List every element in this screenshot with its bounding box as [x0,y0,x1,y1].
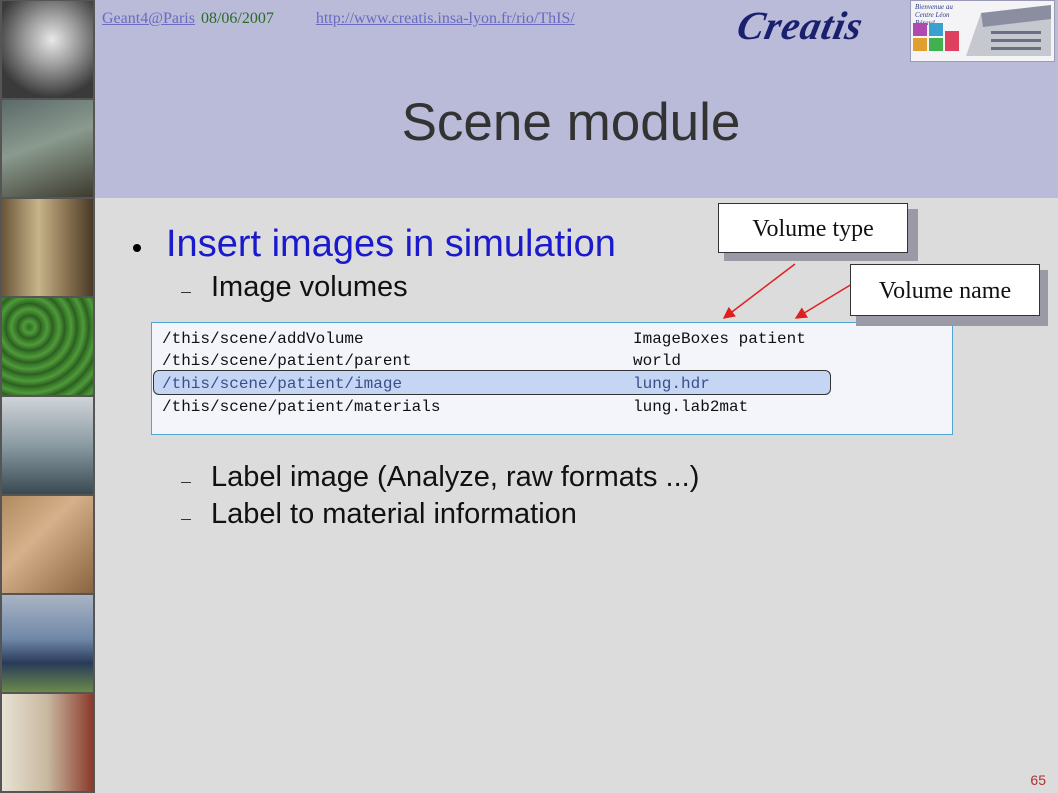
volume-name-callout: Volume name [850,264,1040,316]
volume-type-callout: Volume type [718,203,908,253]
callout-arrows [722,263,853,319]
volume-type-arrow [722,263,796,319]
volume-name-arrow [794,283,853,319]
slide-number: 65 [1030,772,1046,788]
